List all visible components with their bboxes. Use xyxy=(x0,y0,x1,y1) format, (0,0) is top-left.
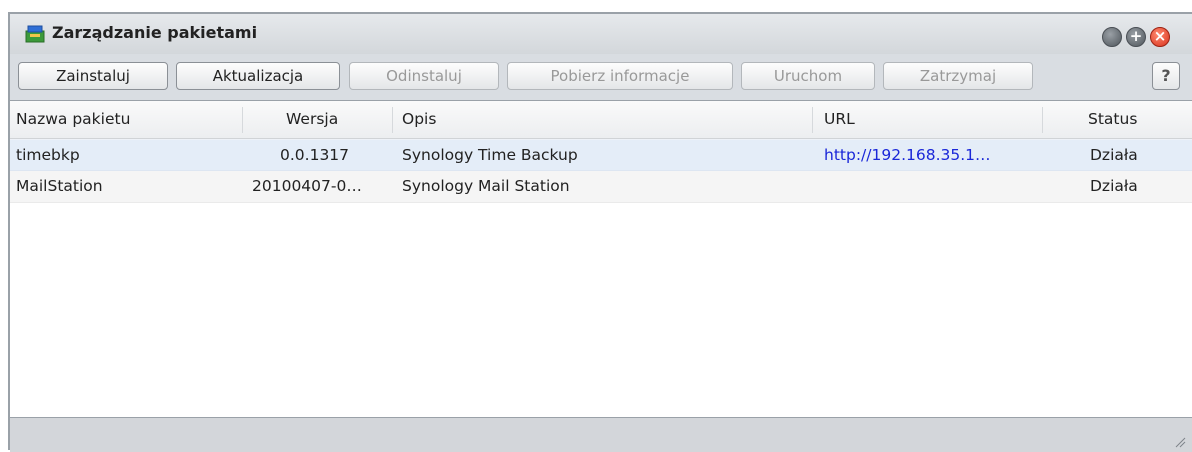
title-bar[interactable]: Zarządzanie pakietami + × xyxy=(10,14,1192,54)
minimize-icon[interactable] xyxy=(1102,27,1122,47)
column-divider[interactable] xyxy=(242,107,243,133)
cell-version: 0.0.1317 xyxy=(280,146,350,164)
cell-description: Synology Mail Station xyxy=(402,177,570,195)
resize-grip-icon[interactable] xyxy=(1174,436,1186,448)
cell-description: Synology Time Backup xyxy=(402,146,578,164)
table-row[interactable]: MailStation 20100407-0… Synology Mail St… xyxy=(10,171,1192,203)
install-button[interactable]: Zainstaluj xyxy=(18,62,168,90)
column-divider[interactable] xyxy=(812,107,813,133)
table-row[interactable]: timebkp 0.0.1317 Synology Time Backup ht… xyxy=(10,139,1192,171)
packages-table: Nazwa pakietu Wersja Opis URL Status tim… xyxy=(10,100,1192,418)
column-header-description[interactable]: Opis xyxy=(402,101,436,139)
cell-status: Działa xyxy=(1090,146,1138,164)
column-divider[interactable] xyxy=(1042,107,1043,133)
close-icon[interactable]: × xyxy=(1150,27,1170,47)
uninstall-button[interactable]: Odinstaluj xyxy=(349,62,499,90)
stop-button[interactable]: Zatrzymaj xyxy=(883,62,1033,90)
maximize-icon[interactable]: + xyxy=(1126,27,1146,47)
column-header-url[interactable]: URL xyxy=(824,101,855,139)
column-header-name[interactable]: Nazwa pakietu xyxy=(16,101,130,139)
cell-status: Działa xyxy=(1090,177,1138,195)
run-button[interactable]: Uruchom xyxy=(741,62,875,90)
toolbar: Zainstaluj Aktualizacja Odinstaluj Pobie… xyxy=(10,60,1192,94)
status-bar xyxy=(10,418,1192,452)
column-divider[interactable] xyxy=(392,107,393,133)
cell-version: 20100407-0… xyxy=(252,177,362,195)
column-header-version[interactable]: Wersja xyxy=(286,101,338,139)
update-button[interactable]: Aktualizacja xyxy=(176,62,340,90)
cell-name: MailStation xyxy=(16,177,103,195)
table-header: Nazwa pakietu Wersja Opis URL Status xyxy=(10,101,1192,139)
help-button[interactable]: ? xyxy=(1152,62,1180,90)
window-title: Zarządzanie pakietami xyxy=(52,23,258,42)
get-info-button[interactable]: Pobierz informacje xyxy=(507,62,733,90)
column-header-status[interactable]: Status xyxy=(1088,101,1137,139)
package-icon xyxy=(25,25,45,43)
package-manager-window: Zarządzanie pakietami + × Zainstaluj Akt… xyxy=(8,12,1192,452)
cell-url-link[interactable]: http://192.168.35.1… xyxy=(824,140,991,172)
cell-name: timebkp xyxy=(16,146,80,164)
